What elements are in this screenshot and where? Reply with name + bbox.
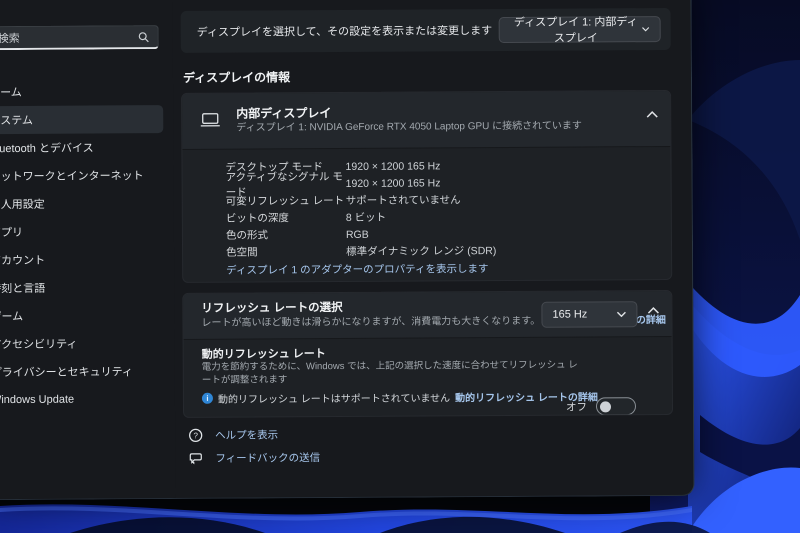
display-selector-bar: ディスプレイを選択して、その設定を表示または変更します ディスプレイ 1: 内部… [180, 7, 671, 53]
refresh-rate-dropdown[interactable]: 165 Hz [541, 301, 638, 328]
dynamic-refresh-title: 動的リフレッシュ レート [201, 348, 326, 361]
info-row: 色空間 標準ダイナミック レンジ (SDR) [226, 245, 497, 259]
display-card-subtitle: ディスプレイ 1: NVIDIA GeForce RTX 4050 Laptop… [236, 120, 582, 134]
dynamic-refresh-description: 電力を節約するために、Windows では、上記の選択した速度に合わせてリフレッ… [201, 359, 578, 386]
display-info-card-body: デスクトップ モード 1920 × 1200 165 Hz アクティブなシグナル … [182, 147, 671, 279]
sidebar-item-windows-update[interactable]: Windows Update [0, 385, 165, 414]
help-row: ? ヘルプを表示 [188, 427, 278, 443]
sidebar-nav: ホーム システム Bluetooth とデバイス ネットワークとインターネット … [0, 77, 165, 414]
feedback-row: フィードバックの送信 [188, 450, 320, 466]
toggle-state-label: オフ [565, 400, 588, 414]
sidebar-item-system[interactable]: システム [0, 105, 164, 135]
dynamic-refresh-status: 動的リフレッシュ レートはサポートされていません [217, 393, 451, 406]
help-link[interactable]: ヘルプを表示 [215, 427, 278, 442]
display-info-card: 内部ディスプレイ ディスプレイ 1: NVIDIA GeForce RTX 40… [181, 89, 673, 283]
info-icon: i [201, 392, 213, 404]
display-selector-label: ディスプレイを選択して、その設定を表示または変更します [196, 25, 493, 39]
collapse-chevron-up-icon[interactable] [646, 111, 658, 118]
sidebar-item-apps[interactable]: アプリ [0, 217, 164, 246]
display-selector-dropdown[interactable]: ディスプレイ 1: 内部ディスプレイ [498, 16, 661, 45]
help-icon: ? [189, 428, 203, 443]
sidebar-item-home[interactable]: ホーム [0, 77, 163, 106]
collapse-chevron-up-icon[interactable] [647, 307, 659, 314]
toggle-knob [599, 400, 612, 412]
search-icon [138, 31, 149, 42]
sidebar-item-privacy-security[interactable]: プライバシーとセキュリティ [0, 357, 165, 386]
chevron-down-icon [616, 311, 626, 318]
display-info-card-header[interactable]: 内部ディスプレイ ディスプレイ 1: NVIDIA GeForce RTX 40… [182, 90, 671, 150]
settings-sidebar: 検索 ホーム システム Bluetooth とデバイス ネットワークとインターネ… [0, 0, 176, 500]
dynamic-refresh-section: 動的リフレッシュ レート 電力を節約するために、Windows では、上記の選択… [184, 337, 672, 418]
svg-text:?: ? [193, 431, 198, 440]
refresh-rate-card: リフレッシュ レートの選択 レートが高いほど動きは滑らかになりますが、消費電力も… [182, 289, 674, 418]
adapter-properties-link[interactable]: ディスプレイ 1 のアダプターのプロパティを表示します [226, 261, 488, 278]
feedback-link[interactable]: フィードバックの送信 [215, 450, 320, 466]
display-settings-main: ディスプレイを選択して、その設定を表示または変更します ディスプレイ 1: 内部… [180, 0, 683, 498]
sidebar-item-time-language[interactable]: 時刻と言語 [0, 273, 164, 302]
sidebar-item-network-internet[interactable]: ネットワークとインターネット [0, 161, 164, 190]
monitor-icon [200, 113, 220, 127]
refresh-rate-description: レートが高いほど動きは滑らかになりますが、消費電力も大きくなります。 リフレッシ… [201, 315, 665, 330]
photo-scene: 検索 ホーム システム Bluetooth とデバイス ネットワークとインターネ… [0, 0, 800, 533]
sidebar-item-personalization[interactable]: 個人用設定 [0, 189, 164, 218]
sidebar-item-bluetooth-devices[interactable]: Bluetooth とデバイス [0, 133, 163, 162]
refresh-rate-card-header[interactable]: リフレッシュ レートの選択 レートが高いほど動きは滑らかになりますが、消費電力も… [183, 290, 672, 340]
chevron-down-icon [642, 27, 650, 32]
sidebar-item-accessibility[interactable]: アクセシビリティ [0, 329, 165, 358]
feedback-icon [189, 453, 202, 465]
dynamic-refresh-toggle[interactable] [595, 397, 637, 416]
search-placeholder: 検索 [0, 32, 20, 45]
section-title: ディスプレイの情報 [182, 70, 291, 85]
sidebar-item-accounts[interactable]: アカウント [0, 245, 164, 274]
settings-window: 検索 ホーム システム Bluetooth とデバイス ネットワークとインターネ… [0, 0, 695, 501]
search-input[interactable]: 検索 [0, 25, 159, 51]
sidebar-item-gaming[interactable]: ゲーム [0, 301, 165, 330]
